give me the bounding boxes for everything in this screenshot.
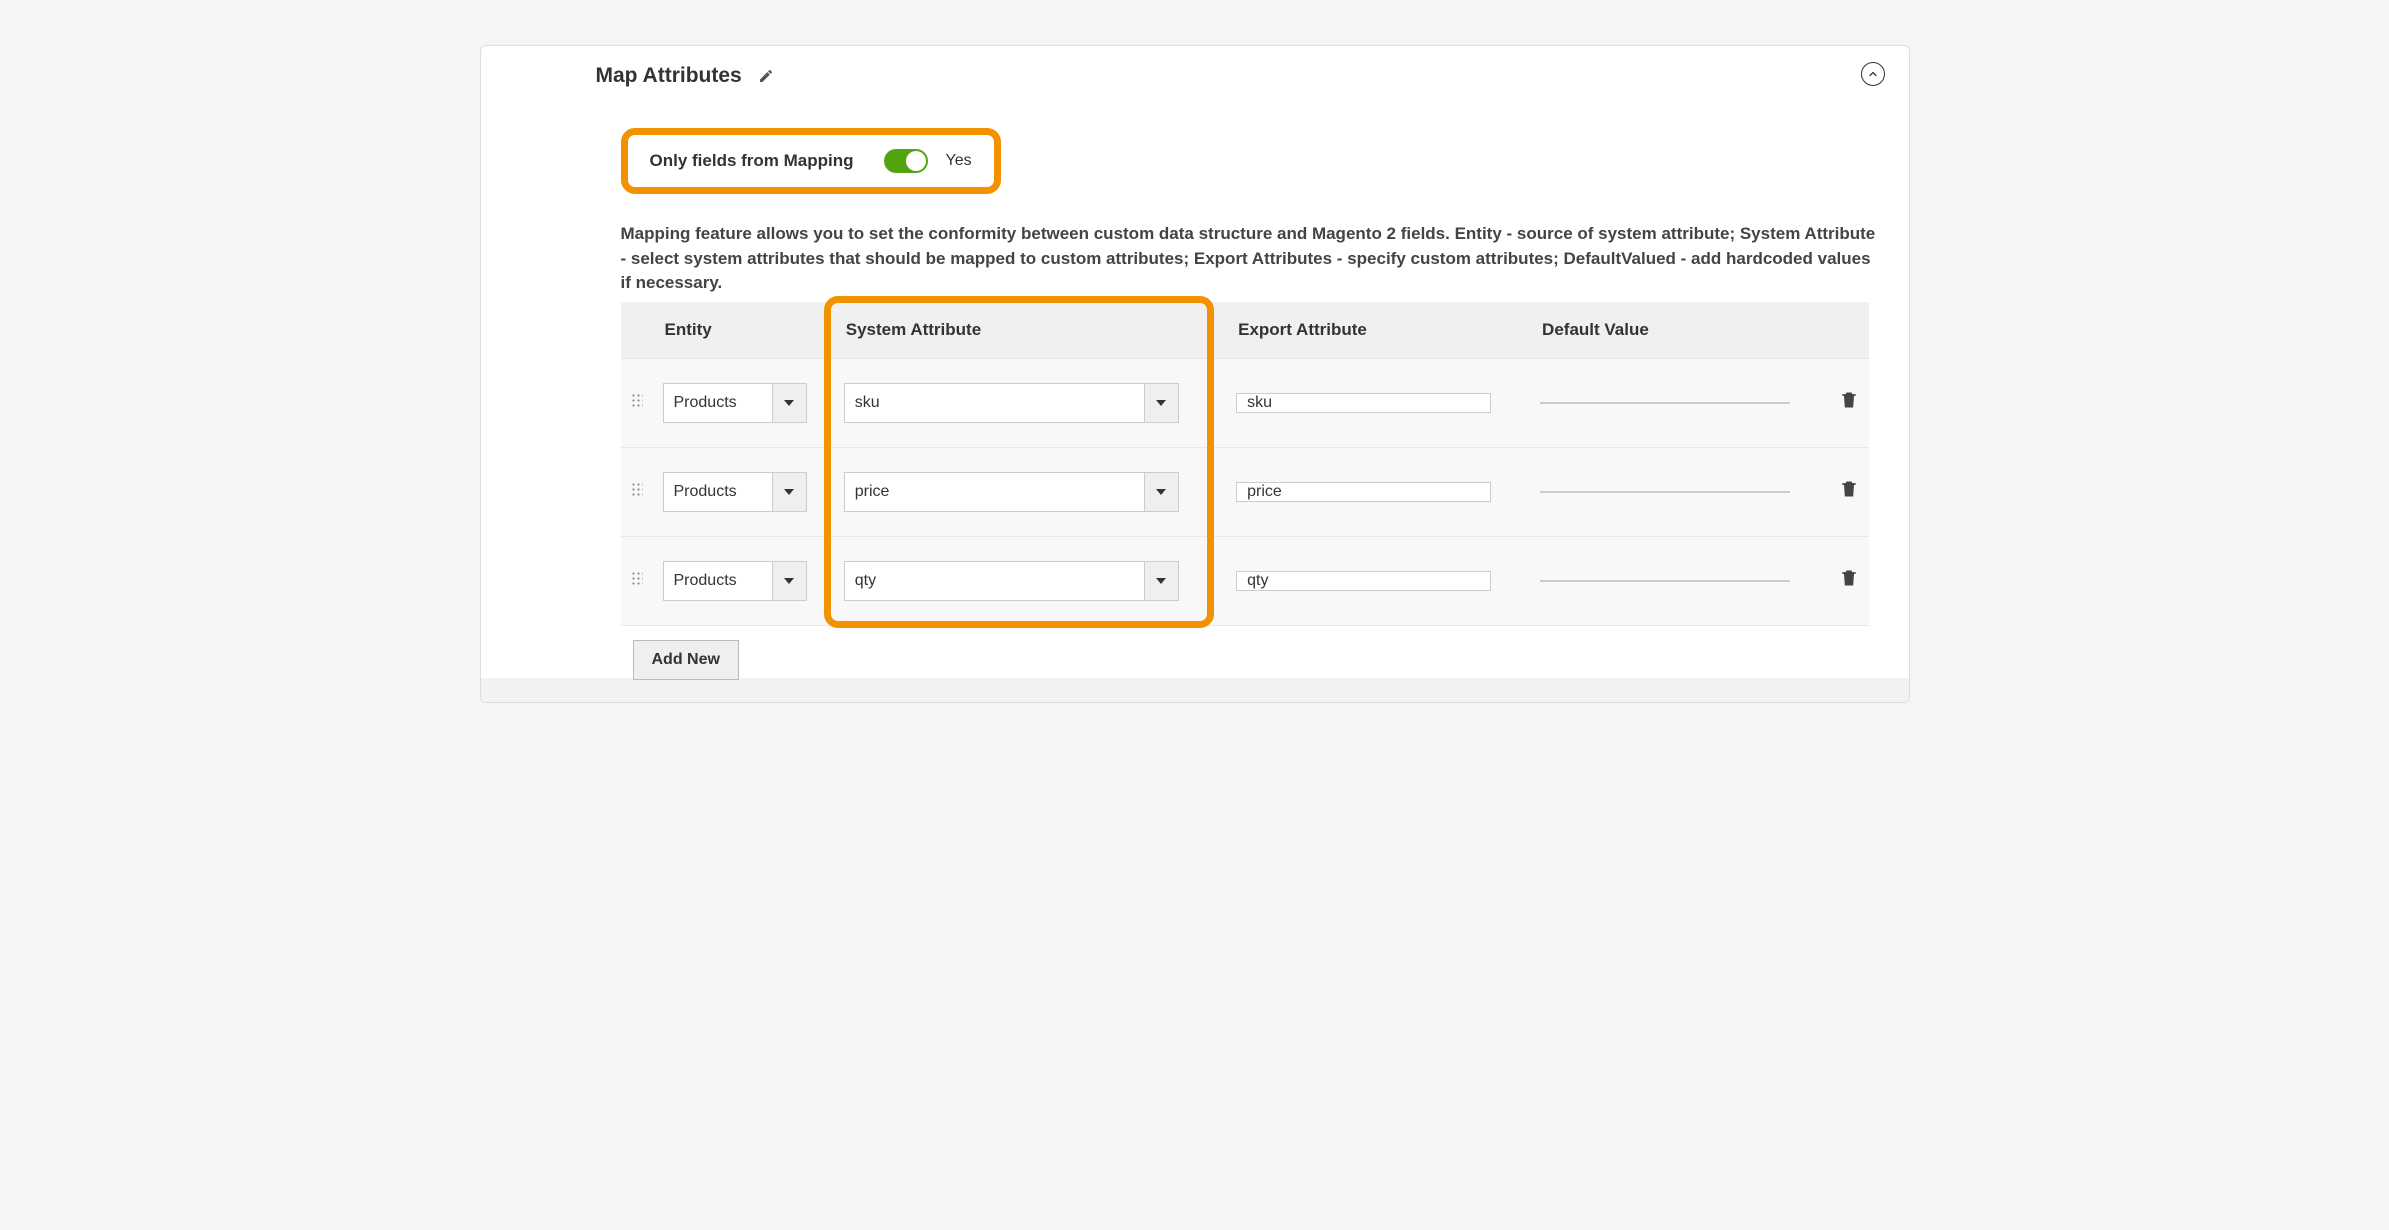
system-attribute-select[interactable]: price [844,472,1179,512]
chevron-down-icon[interactable] [773,561,807,601]
drag-icon[interactable] [631,571,643,585]
chevron-down-icon[interactable] [773,383,807,423]
only-fields-toggle[interactable] [884,149,928,173]
entity-select[interactable]: Products [663,561,807,601]
table-row: Products sku sku [621,358,1869,447]
only-fields-highlight: Only fields from Mapping Yes [621,128,1001,194]
panel-header: Map Attributes [481,56,1909,106]
table-row: Products price price [621,447,1869,536]
entity-select[interactable]: Products [663,472,807,512]
system-attribute-select[interactable]: sku [844,383,1179,423]
panel-title: Map Attributes [596,64,742,88]
default-value-input[interactable] [1540,491,1790,493]
toggle-label: Only fields from Mapping [650,151,854,171]
drag-icon[interactable] [631,393,643,407]
entity-select[interactable]: Products [663,383,807,423]
export-attribute-input[interactable]: qty [1236,571,1491,591]
header-entity: Entity [653,302,834,359]
table-row: Products qty qty [621,536,1869,625]
add-new-button[interactable]: Add New [633,640,739,680]
chevron-down-icon[interactable] [773,472,807,512]
chevron-down-icon[interactable] [1145,561,1179,601]
export-attribute-input[interactable]: price [1236,482,1491,502]
trash-icon[interactable] [1839,478,1859,500]
default-value-input[interactable] [1540,580,1790,582]
edit-icon[interactable] [756,66,776,86]
trash-icon[interactable] [1839,389,1859,411]
header-system: System Attribute [834,302,1226,359]
mapping-table: Entity System Attribute Export Attribute… [621,302,1869,626]
header-default: Default Value [1530,302,1828,359]
system-attribute-select[interactable]: qty [844,561,1179,601]
mapping-description: Mapping feature allows you to set the co… [621,222,1879,296]
header-export: Export Attribute [1226,302,1530,359]
collapse-button[interactable] [1861,62,1885,86]
default-value-input[interactable] [1540,402,1790,404]
chevron-down-icon[interactable] [1145,472,1179,512]
map-attributes-panel: Map Attributes Only fields from Mapping … [480,45,1910,703]
toggle-value: Yes [946,152,972,170]
drag-icon[interactable] [631,482,643,496]
chevron-down-icon[interactable] [1145,383,1179,423]
trash-icon[interactable] [1839,567,1859,589]
export-attribute-input[interactable]: sku [1236,393,1491,413]
panel-footer [481,678,1909,702]
